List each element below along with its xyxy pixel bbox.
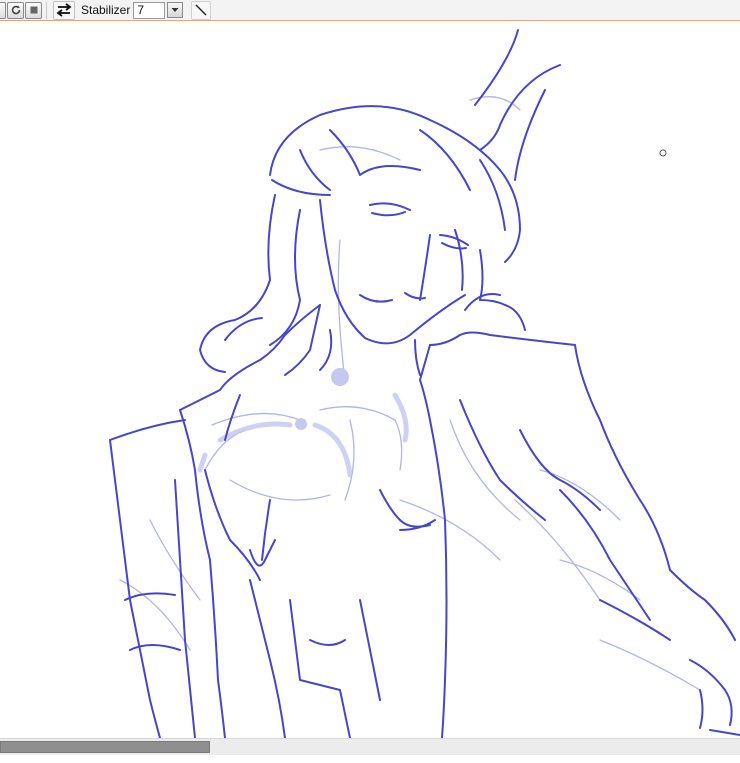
- toolbar: Stabilizer 7: [0, 0, 740, 21]
- drawing-canvas[interactable]: [0, 22, 740, 738]
- horizontal-scrollbar-thumb[interactable]: [0, 741, 210, 753]
- rotate-reset-icon: [11, 5, 20, 15]
- stop-button[interactable]: [25, 1, 42, 19]
- stabilizer-input[interactable]: 7: [133, 1, 166, 19]
- rotate-reset-button[interactable]: [7, 1, 24, 19]
- bottom-strip: [0, 755, 740, 763]
- brush-cursor: [659, 149, 667, 157]
- stabilizer-dropdown-button[interactable]: [167, 2, 184, 18]
- line-tool-button[interactable]: [191, 0, 212, 20]
- toolbar-separator: [46, 1, 47, 19]
- toolbar-partial-button[interactable]: [0, 1, 6, 19]
- line-tool-icon: [195, 4, 207, 16]
- swap-arrows-icon: [56, 3, 72, 17]
- horizontal-scrollbar[interactable]: [0, 738, 740, 755]
- chevron-down-icon: [171, 8, 179, 12]
- stop-icon: [30, 6, 37, 14]
- sketch-artwork: [109, 29, 740, 738]
- stabilizer-label: Stabilizer: [81, 3, 131, 17]
- swap-button[interactable]: [53, 0, 75, 20]
